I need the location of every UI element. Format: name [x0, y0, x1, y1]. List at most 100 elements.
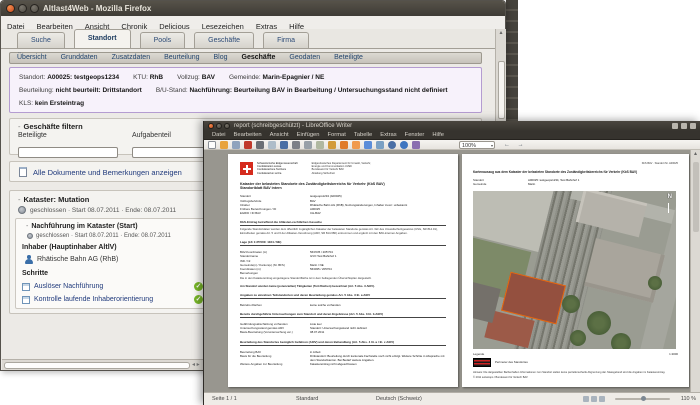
toolbar-icon[interactable]: [412, 140, 420, 149]
step-link[interactable]: Auslöser Nachführung: [34, 283, 103, 290]
minimize-button[interactable]: [18, 4, 27, 13]
zoom-slider[interactable]: [615, 396, 670, 401]
toolbar-icon[interactable]: [388, 140, 396, 149]
toolbar-icon[interactable]: [376, 140, 384, 149]
toolbar-icon[interactable]: [244, 140, 252, 149]
menu-item[interactable]: Bearbeiten: [230, 131, 266, 139]
perimeter-legend-swatch: [473, 357, 491, 367]
zoom-slider-handle[interactable]: [641, 396, 646, 401]
firefox-titlebar[interactable]: Altlast4Web - Mozilla Firefox: [1, 1, 505, 16]
document-page-1: Schweizerische Eidgenossenschaft Confédér…: [228, 154, 458, 387]
task-step-icon: [22, 295, 30, 304]
step-link[interactable]: Kontrolle laufende Inhaberorientierung: [34, 296, 153, 303]
sub-tab[interactable]: Übersicht: [10, 53, 54, 63]
sub-tab[interactable]: Beurteilung: [157, 53, 206, 63]
data-row: Basis für die Beurteilung Drittstandort: …: [240, 353, 445, 363]
inhaber-name[interactable]: Rhätische Bahn AG (RhB): [37, 256, 118, 263]
sub-tab[interactable]: Grunddaten: [54, 53, 105, 63]
schritte-label: Schritte: [22, 270, 49, 277]
minimize-button[interactable]: [216, 123, 222, 129]
app-tab[interactable]: Geschäfte: [194, 32, 255, 48]
toolbar-icon[interactable]: [328, 140, 336, 149]
app-tab[interactable]: Pools: [139, 32, 186, 48]
scroll-up-icon[interactable]: ▴: [691, 150, 700, 159]
writer-window: report (schreibgeschützt) - LibreOffice …: [203, 121, 700, 405]
menu-item[interactable]: Extras: [376, 131, 400, 139]
vertical-scrollbar[interactable]: ▴: [690, 150, 700, 392]
sub-tab[interactable]: Beteiligte: [327, 53, 370, 63]
mail-indicator-icon[interactable]: [672, 123, 678, 129]
chevron-down-icon[interactable]: ▾: [491, 142, 493, 150]
app-tab[interactable]: Standort: [73, 29, 131, 48]
swiss-cross-logo-icon: [240, 162, 253, 175]
task-title[interactable]: - Nachführung im Kataster (Start): [26, 223, 138, 230]
toolbar-icon[interactable]: [400, 140, 408, 149]
menu-item[interactable]: Format: [324, 131, 350, 139]
toolbar-icon[interactable]: [316, 140, 324, 149]
info-pair: KTU: RhB: [133, 74, 164, 81]
filter-panel-title[interactable]: - Geschäfte filtern: [18, 122, 83, 131]
closed-status-icon: [18, 206, 26, 214]
menu-item[interactable]: Datei: [208, 131, 230, 139]
scrollbar-thumb[interactable]: [4, 362, 190, 369]
zoom-level[interactable]: 110 %: [681, 393, 696, 405]
language-indicator[interactable]: Deutsch (Schweiz): [376, 393, 422, 405]
map-scale: 1:2000: [669, 351, 678, 356]
sub-tab[interactable]: Geodaten: [282, 53, 327, 63]
toolbar-icon[interactable]: [340, 140, 348, 149]
maximize-button[interactable]: [224, 123, 230, 129]
toolbar-icon[interactable]: [208, 140, 216, 149]
sub-tab[interactable]: Zusatzdaten: [105, 53, 158, 63]
menu-item[interactable]: Ansicht: [266, 131, 293, 139]
zoom-combobox[interactable]: 100% ▾: [459, 141, 495, 149]
toolbar-icon[interactable]: [232, 140, 240, 149]
all-documents-link[interactable]: Alle Dokumente und Bemerkungen anzeigen: [33, 162, 182, 183]
toolbar-icon[interactable]: [220, 140, 228, 149]
toolbar-icon[interactable]: [364, 140, 372, 149]
collapse-icon[interactable]: -: [26, 223, 28, 230]
view-layout-icons[interactable]: [583, 396, 605, 402]
filter-input[interactable]: [18, 147, 118, 158]
sub-tab[interactable]: Blog: [207, 53, 235, 63]
scrollbar-thumb[interactable]: [498, 61, 505, 119]
writer-titlebar[interactable]: report (schreibgeschützt) - LibreOffice …: [204, 121, 700, 131]
toolbar-icon[interactable]: [268, 140, 276, 149]
collapse-icon[interactable]: -: [18, 122, 21, 131]
info-pair: Beurteilung: nicht beurteilt: Drittstand…: [19, 87, 142, 94]
app-tab[interactable]: Suche: [17, 32, 65, 48]
paragraph: Folgende Standortdaten wurden dem öffent…: [240, 227, 438, 235]
close-button[interactable]: [208, 123, 214, 129]
task-step-icon: [22, 282, 30, 291]
menu-item[interactable]: Einfügen: [293, 131, 324, 139]
page-style-indicator[interactable]: Standard: [296, 393, 318, 405]
tree: [611, 332, 632, 349]
menu-item[interactable]: Tabelle: [350, 131, 376, 139]
scrollbar-arrows-icon[interactable]: ◂ ▸: [192, 360, 200, 370]
menu-item[interactable]: Hilfe: [428, 131, 448, 139]
toolbar-icon[interactable]: [292, 140, 300, 149]
map-title: Kartenauszug aus dem Kataster der belast…: [473, 170, 638, 175]
map-note: Hinweis: Die dargestellten flächenhaften…: [473, 370, 666, 374]
toolbar-icon[interactable]: [280, 140, 288, 149]
toolbar-icon[interactable]: [352, 140, 360, 149]
writer-toolbar: 100% ▾ ← →: [204, 140, 700, 150]
legend-label: Legende: [473, 351, 485, 356]
maximize-button[interactable]: [30, 4, 39, 13]
page-corner-ref: KbS BAV · Standort Nr. A00025: [641, 162, 678, 165]
menu-item[interactable]: Fenster: [401, 131, 429, 139]
volume-indicator-icon[interactable]: [681, 123, 687, 129]
toolbar-icon[interactable]: [304, 140, 312, 149]
close-button[interactable]: [6, 4, 15, 13]
collapse-icon[interactable]: -: [18, 195, 21, 204]
navigation-arrows-icon[interactable]: ← →: [504, 140, 527, 150]
scroll-up-icon[interactable]: ▴: [496, 29, 506, 38]
scrollbar-thumb[interactable]: [692, 162, 699, 232]
tree: [570, 329, 587, 346]
session-indicator-icon[interactable]: [690, 123, 696, 129]
building-gray-large: [583, 238, 665, 303]
kataster-panel-title[interactable]: - Kataster: Mutation: [18, 195, 89, 204]
toolbar-icon[interactable]: [256, 140, 264, 149]
document-area: Schweizerische Eidgenossenschaft Confédér…: [204, 150, 700, 392]
app-tab[interactable]: Firma: [263, 32, 309, 48]
sub-tab[interactable]: Geschäfte: [235, 53, 283, 63]
